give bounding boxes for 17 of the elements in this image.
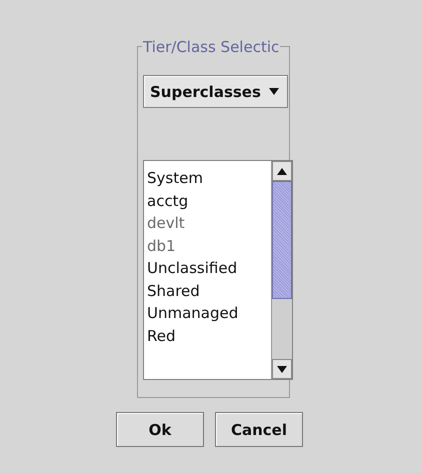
dropdown-caret-icon bbox=[269, 88, 279, 95]
scrollbar[interactable] bbox=[271, 161, 292, 379]
list-item[interactable]: Shared bbox=[144, 280, 271, 302]
cancel-button[interactable]: Cancel bbox=[215, 412, 303, 447]
class-dropdown[interactable]: Superclasses bbox=[143, 75, 288, 108]
list-item[interactable]: System bbox=[144, 167, 271, 190]
up-arrow-icon bbox=[277, 168, 287, 174]
list-item[interactable]: Unclassified bbox=[144, 257, 271, 280]
scroll-up-button[interactable] bbox=[272, 161, 292, 181]
scroll-down-button[interactable] bbox=[272, 359, 292, 379]
ok-button[interactable]: Ok bbox=[116, 412, 204, 447]
scroll-thumb[interactable] bbox=[272, 181, 292, 299]
down-arrow-icon bbox=[277, 366, 287, 372]
list-item[interactable]: acctg bbox=[144, 190, 271, 212]
list-item[interactable]: Unmanaged bbox=[144, 302, 271, 324]
list-item[interactable]: Red bbox=[144, 324, 271, 347]
group-title: Tier/Class Selectic bbox=[142, 38, 280, 56]
